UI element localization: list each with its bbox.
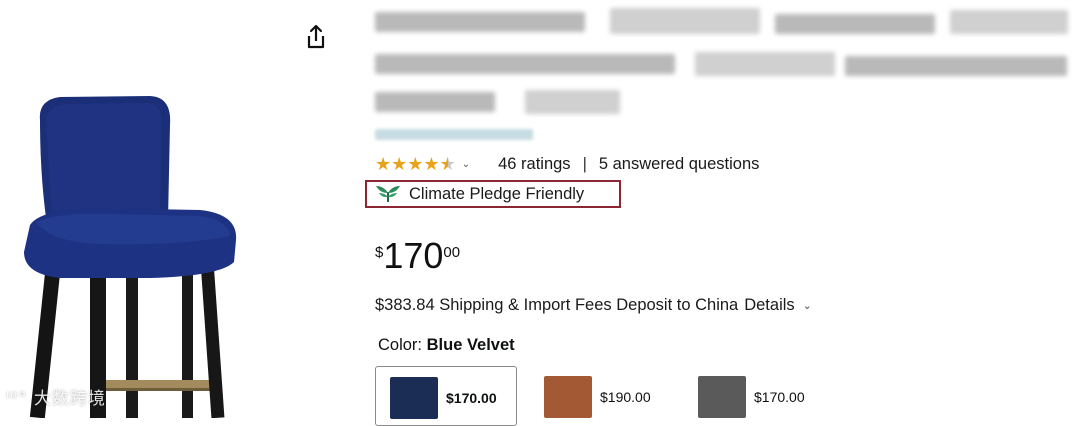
color-label: Color:: [378, 336, 423, 354]
star-icon: ★: [423, 154, 440, 174]
swatch-price: $170.00: [754, 389, 805, 405]
share-button[interactable]: [300, 22, 330, 52]
climate-pledge-label: Climate Pledge Friendly: [409, 184, 585, 203]
swatch-price: $170.00: [446, 390, 497, 406]
color-selection: Color: Blue Velvet: [378, 336, 515, 355]
ratings-link[interactable]: 46 ratings: [498, 155, 570, 174]
chevron-down-icon[interactable]: ⌄: [803, 299, 812, 312]
watermark-text: 大数跨境: [33, 389, 106, 409]
watermark-logo-icon: ᴵ⁰°: [6, 389, 28, 409]
rating-row: ★ ★ ★ ★ ★ ⌄ 46 ratings | 5 answered ques…: [375, 152, 759, 176]
color-swatch-brown[interactable]: $190.00: [530, 366, 670, 426]
swatch-image: [390, 377, 438, 419]
watermark: ᴵ⁰° 大数跨境: [6, 384, 106, 409]
swatch-image: [698, 376, 746, 418]
shipping-info: $383.84 Shipping & Import Fees Deposit t…: [375, 296, 812, 315]
brand-link-redacted[interactable]: [375, 129, 533, 140]
color-swatch-gray[interactable]: $170.00: [684, 366, 824, 426]
swatch-price: $190.00: [600, 389, 651, 405]
leaf-pledge-icon: [376, 186, 400, 202]
star-icon: ★: [375, 154, 392, 174]
color-swatch-blue-velvet[interactable]: $170.00: [375, 366, 517, 426]
separator: |: [582, 154, 587, 173]
price: $ 170 00: [375, 238, 460, 274]
half-star-icon: ★: [439, 154, 456, 174]
selected-color-name: Blue Velvet: [426, 336, 515, 354]
product-title-redacted: [375, 8, 1075, 120]
star-icon: ★: [391, 154, 408, 174]
price-currency: $: [375, 244, 384, 261]
star-icon: ★: [407, 154, 424, 174]
answered-questions-link[interactable]: 5 answered questions: [599, 155, 760, 174]
price-whole: 170: [383, 235, 444, 276]
shipping-details-link[interactable]: Details: [744, 296, 794, 315]
star-rating[interactable]: ★ ★ ★ ★ ★ ⌄: [375, 155, 470, 173]
share-icon: [307, 24, 325, 49]
product-image[interactable]: [0, 0, 300, 418]
swatch-image: [544, 376, 592, 418]
climate-pledge-badge[interactable]: Climate Pledge Friendly: [365, 180, 621, 208]
price-fraction: 00: [443, 244, 461, 261]
shipping-text: $383.84 Shipping & Import Fees Deposit t…: [375, 296, 739, 314]
chevron-down-icon[interactable]: ⌄: [462, 159, 470, 170]
